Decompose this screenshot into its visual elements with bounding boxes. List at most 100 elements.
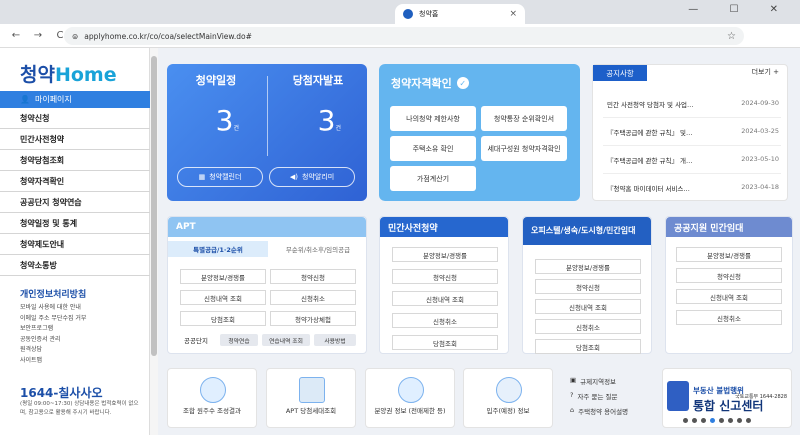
dot[interactable] [710,418,715,423]
dot[interactable] [692,418,697,423]
info-link[interactable]: ⌂ 주택청약 용어설명 [570,406,628,416]
person-icon [496,377,522,403]
schedule-card: 청약일정 당첨자발표 3건 3건 ▦ 청약캘린더 ◀) 청약알리미 [167,64,367,201]
favicon-icon [403,9,413,19]
apt-button[interactable]: 분양정보/경쟁률 [180,269,266,284]
calendar-button[interactable]: ▦ 청약캘린더 [177,167,263,187]
quick-card[interactable]: 조합 원주수 조성결과 [167,368,257,428]
tab-title: 청약홈 [419,10,439,18]
quick-card[interactable]: APT 당첨세대조회 [266,368,356,428]
privacy-link[interactable]: 보안프로그램 [20,324,145,335]
quick-card[interactable]: 입주(예정) 정보 [463,368,553,428]
eligibility-button[interactable]: 청약통장 순위확인서 [481,106,567,131]
privacy-link[interactable]: 공동인증서 관리 [20,335,145,346]
officetel-header: 오피스텔/생숙/도시형/민간임대 [523,217,651,245]
bookmark-star-icon[interactable]: ☆ [727,31,736,42]
privacy-link[interactable]: 모바일 사용에 대한 안내 [20,303,145,314]
eligibility-button[interactable]: 세대구성원 청약자격확인 [481,136,567,161]
dot[interactable] [701,418,706,423]
privacy-link[interactable]: 사이트맵 [20,356,145,367]
dot[interactable] [719,418,724,423]
info-link[interactable]: ▣ 규제지역정보 [570,376,616,386]
notice-row[interactable]: 『청약홈 마이데이터 서비스… 2023-04-18 [607,183,779,193]
forward-icon[interactable]: → [32,30,44,41]
quick-card-label: APT 당첨세대조회 [285,407,337,415]
quick-card[interactable]: 분양권 정보 (전매제한 등) [365,368,455,428]
presale-button[interactable]: 신청취소 [392,313,498,328]
winner-count[interactable]: 3건 [269,104,369,137]
window-controls[interactable]: — ☐ ✕ [688,4,792,15]
sidebar-item[interactable]: 공공단지 청약연습 [0,192,150,213]
presale-header: 민간사전청약 [380,217,508,237]
eligibility-button[interactable]: 나의청약 제한사항 [390,106,476,131]
sidebar-item[interactable]: 청약제도안내 [0,234,150,255]
schedule-title[interactable]: 청약일정 [167,72,265,88]
privacy-link[interactable]: 이메일 주소 무단수집 거부 [20,314,145,325]
more-link[interactable]: 더보기 + [752,67,779,77]
apt-header: APT [168,217,366,237]
eligibility-button[interactable]: 가점계산기 [390,166,476,191]
notice-row[interactable]: 『주택공급에 관한 규칙』 및… 2024-03-25 [607,127,779,137]
apt-button[interactable]: 신청취소 [270,290,356,305]
site-info-icon[interactable]: ⊜ [72,32,78,41]
sidebar-item[interactable]: 청약소통방 [0,255,150,276]
sidebar-scrollbar[interactable] [150,48,158,435]
sidebar-item[interactable]: 민간사전청약 [0,129,150,150]
notice-row[interactable]: 민간 사전청약 당첨자 및 사업… 2024-09-30 [607,99,779,109]
mypage-link[interactable]: 👤 마이페이지 [0,91,150,108]
eligibility-button[interactable]: 주택소유 확인 [390,136,476,161]
notice-tab[interactable]: 공지사항 [593,65,647,81]
scrollbar-thumb[interactable] [151,56,157,356]
alarm-button[interactable]: ◀) 청약알리미 [269,167,355,187]
notice-row[interactable]: 『주택공급에 관한 규칙』 개… 2023-05-10 [607,155,779,165]
officetel-button[interactable]: 신청내역 조회 [535,299,641,314]
winner-title[interactable]: 당첨자발표 [269,72,367,88]
apt-button[interactable]: 청약신청 [270,269,356,284]
privacy-link[interactable]: 원격상담 [20,345,145,356]
search-document-icon [398,377,424,403]
presale-button[interactable]: 분양정보/경쟁률 [392,247,498,262]
rental-button[interactable]: 분양정보/경쟁률 [676,247,782,262]
officetel-button[interactable]: 신청취소 [535,319,641,334]
apt-button[interactable]: 당첨조회 [180,311,266,326]
sidebar-item[interactable]: 청약신청 [0,108,150,129]
presale-button[interactable]: 청약신청 [392,269,498,284]
eligibility-title: 청약자격확인 ✓ [391,75,469,91]
apt-button[interactable]: 청약가상체험 [270,311,356,326]
tab-special[interactable]: 특별공급/1·2순위 [168,241,268,257]
sidebar-item[interactable]: 청약자격확인 [0,171,150,192]
dot[interactable] [746,418,751,423]
dot[interactable] [728,418,733,423]
schedule-count[interactable]: 3건 [167,104,267,137]
tab-no-rank[interactable]: 무순위/취소후/임의공급 [268,241,368,257]
rental-button[interactable]: 청약신청 [676,268,782,283]
logo[interactable]: 청약Home [20,60,117,87]
rental-button[interactable]: 신청내역 조회 [676,289,782,304]
privacy-title[interactable]: 개인정보처리방침 [20,287,145,300]
sidebar-item[interactable]: 청약일정 및 통계 [0,213,150,234]
apt-button[interactable]: 신청내역 조회 [180,290,266,305]
officetel-button[interactable]: 청약신청 [535,279,641,294]
sidebar-item[interactable]: 청약당첨조회 [0,150,150,171]
public-label: 공공단지 [184,337,208,345]
close-tab-icon[interactable]: × [509,9,517,19]
address-bar[interactable]: ⊜ applyhome.co.kr/co/coa/selectMainView.… [64,27,744,45]
browser-tab[interactable]: 청약홈 × [395,4,525,24]
info-link[interactable]: ? 자주 묻는 질문 [570,391,617,401]
presale-button[interactable]: 당첨조회 [392,335,498,350]
document-icon [200,377,226,403]
report-center-banner[interactable]: 부동산 불법행위 통합 신고센터 국토교통부 1644-2828 [662,368,792,428]
sidebar: 청약Home 👤 마이페이지 청약신청 민간사전청약 청약당첨조회 청약자격확인 … [0,48,150,435]
public-button[interactable]: 청약연습 [220,334,258,346]
officetel-button[interactable]: 당첨조회 [535,339,641,354]
rental-button[interactable]: 신청취소 [676,310,782,325]
presale-button[interactable]: 신청내역 조회 [392,291,498,306]
public-button[interactable]: 사용방법 [314,334,356,346]
officetel-button[interactable]: 분양정보/경쟁률 [535,259,641,274]
dot[interactable] [737,418,742,423]
back-icon[interactable]: ← [10,30,22,41]
dot[interactable] [683,418,688,423]
public-button[interactable]: 연습내역 조회 [262,334,310,346]
browser-toolbar: ← → C ⊜ applyhome.co.kr/co/coa/selectMai… [0,24,800,48]
carousel-dots[interactable] [683,418,751,423]
